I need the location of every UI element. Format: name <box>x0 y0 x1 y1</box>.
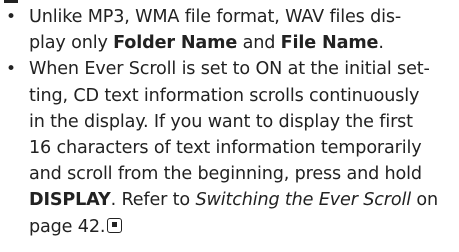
cross-reference-title: Switching the Ever Scroll <box>195 190 411 211</box>
bullet-marker: • <box>6 59 16 80</box>
bullet-text: Unlike MP3, WMA file format, WAV files d… <box>29 7 402 27</box>
file-name-label: File Name <box>280 33 379 54</box>
page-reference: page 42. <box>29 216 106 237</box>
bullet-text: 16 characters of text information tempor… <box>29 138 422 159</box>
bullet-text: on <box>410 190 439 211</box>
bullet-text: play only <box>29 33 114 54</box>
bullet-list: • Unlike MP3, WMA file format, WAV files… <box>3 4 455 240</box>
bullet-text: and <box>237 33 281 54</box>
bullet-text: When Ever Scroll is set to ON at the ini… <box>29 59 430 80</box>
display-button-label: DISPLAY <box>29 190 111 211</box>
stop-icon <box>107 217 123 233</box>
bullet-text: and scroll from the beginning, press and… <box>29 164 422 185</box>
bullet-text: ting, CD text information scrolls contin… <box>29 85 420 106</box>
folder-name-label: Folder Name <box>113 33 238 54</box>
bullet-item-ever-scroll: • When Ever Scroll is set to ON at the i… <box>3 56 455 239</box>
top-rule <box>4 0 18 3</box>
bullet-text: in the display. If you want to display t… <box>29 111 413 132</box>
bullet-text: . <box>378 33 384 54</box>
bullet-item-wav: • Unlike MP3, WMA file format, WAV files… <box>3 4 455 56</box>
bullet-marker: • <box>6 7 16 27</box>
bullet-text: . Refer to <box>110 190 196 211</box>
